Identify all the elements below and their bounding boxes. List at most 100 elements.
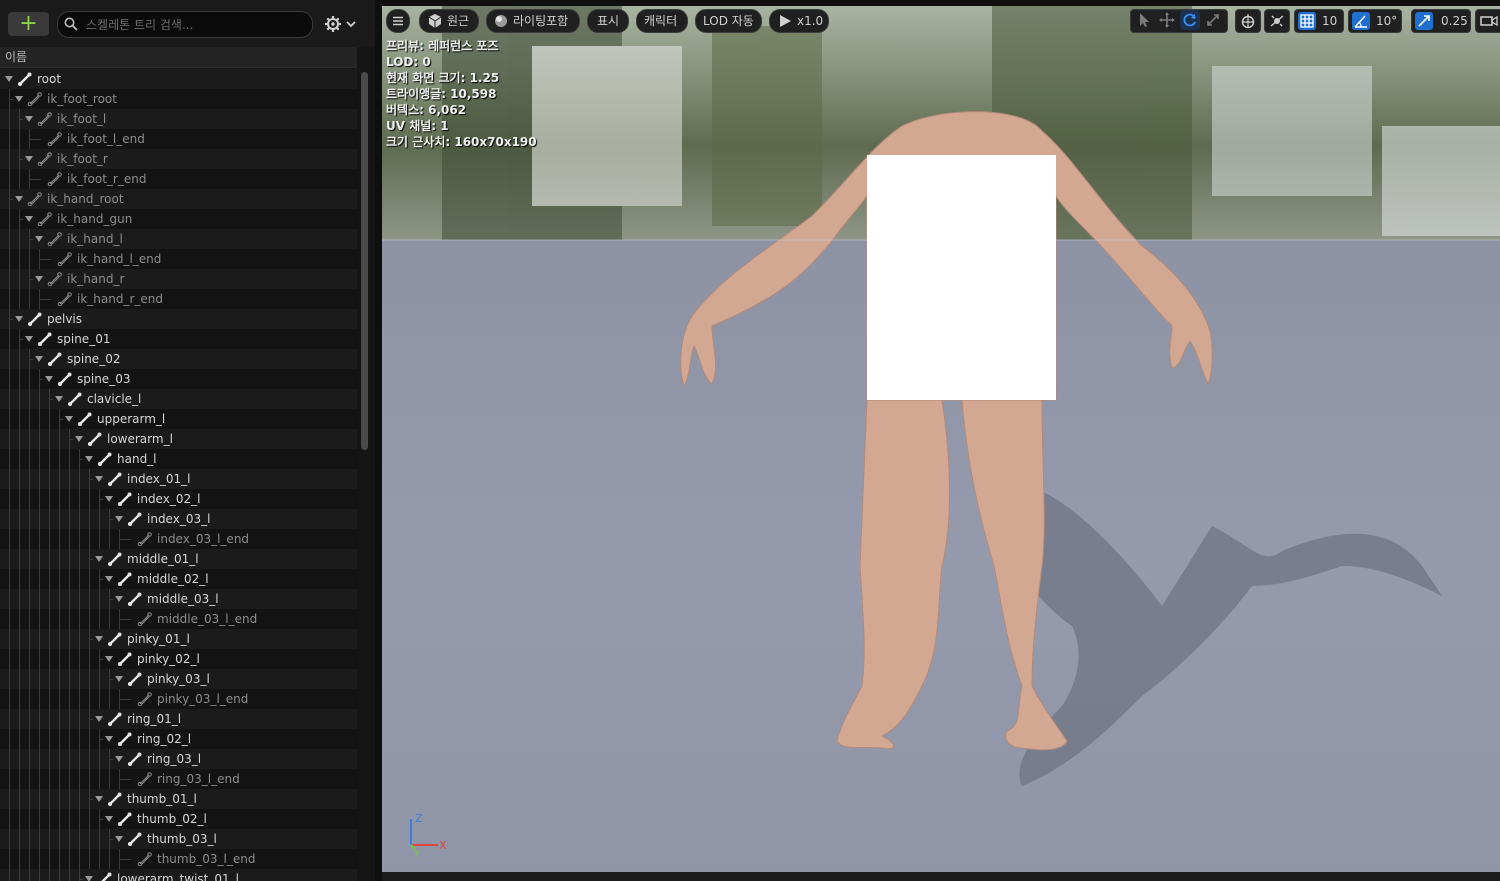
expand-arrow-icon[interactable] bbox=[105, 576, 113, 582]
translate-tool-button[interactable] bbox=[1157, 10, 1177, 30]
bone-row[interactable]: spine_03 bbox=[0, 369, 357, 389]
expand-arrow-icon[interactable] bbox=[95, 636, 103, 642]
expand-arrow-icon[interactable] bbox=[15, 316, 23, 322]
expand-arrow-icon[interactable] bbox=[65, 416, 73, 422]
lod-button[interactable]: LOD 자동 bbox=[695, 9, 762, 33]
bone-row[interactable]: pinky_02_l bbox=[0, 649, 357, 669]
bone-row[interactable]: ring_02_l bbox=[0, 729, 357, 749]
bone-row[interactable]: thumb_02_l bbox=[0, 809, 357, 829]
bone-row[interactable]: pinky_01_l bbox=[0, 629, 357, 649]
bone-row[interactable]: ring_01_l bbox=[0, 709, 357, 729]
expand-arrow-icon[interactable] bbox=[95, 716, 103, 722]
expand-arrow-icon[interactable] bbox=[55, 396, 63, 402]
bone-row[interactable]: ik_hand_r bbox=[0, 269, 357, 289]
viewport-options-button[interactable] bbox=[386, 9, 410, 33]
expand-arrow-icon[interactable] bbox=[115, 756, 123, 762]
tree-guide-line bbox=[59, 569, 60, 589]
expand-arrow-icon[interactable] bbox=[25, 216, 33, 222]
rotate-tool-button[interactable] bbox=[1180, 10, 1200, 30]
bone-row[interactable]: ik_foot_l bbox=[0, 109, 357, 129]
settings-button[interactable] bbox=[322, 14, 360, 34]
perspective-button[interactable]: 원근 bbox=[419, 9, 479, 33]
bone-row[interactable]: ik_foot_r bbox=[0, 149, 357, 169]
bone-row[interactable]: index_02_l bbox=[0, 489, 357, 509]
bone-row[interactable]: thumb_03_l_end bbox=[0, 849, 357, 869]
scale-tool-button[interactable] bbox=[1203, 10, 1223, 30]
grid-snap-button[interactable]: 10 bbox=[1294, 9, 1344, 33]
expand-arrow-icon[interactable] bbox=[115, 596, 123, 602]
bone-row[interactable]: pinky_03_l bbox=[0, 669, 357, 689]
expand-arrow-icon[interactable] bbox=[95, 796, 103, 802]
scale-snap-button[interactable]: 0.25 bbox=[1411, 9, 1471, 33]
expand-arrow-icon[interactable] bbox=[115, 676, 123, 682]
tree-scrollbar-thumb[interactable] bbox=[361, 72, 368, 450]
bone-row[interactable]: index_01_l bbox=[0, 469, 357, 489]
bone-row[interactable]: ik_hand_gun bbox=[0, 209, 357, 229]
bone-row[interactable]: clavicle_l bbox=[0, 389, 357, 409]
expand-arrow-icon[interactable] bbox=[35, 356, 43, 362]
bone-row[interactable]: ik_hand_r_end bbox=[0, 289, 357, 309]
bone-row[interactable]: ik_foot_r_end bbox=[0, 169, 357, 189]
bone-row[interactable]: upperarm_l bbox=[0, 409, 357, 429]
expand-arrow-icon[interactable] bbox=[45, 376, 53, 382]
expand-arrow-icon[interactable] bbox=[95, 556, 103, 562]
coordinate-space-button[interactable] bbox=[1235, 9, 1261, 33]
add-button[interactable]: + bbox=[8, 12, 49, 36]
expand-arrow-icon[interactable] bbox=[95, 476, 103, 482]
bone-row[interactable]: pinky_03_l_end bbox=[0, 689, 357, 709]
character-button[interactable]: 캐릭터 bbox=[636, 9, 688, 33]
lighting-button[interactable]: 라이팅포함 bbox=[486, 9, 580, 33]
expand-arrow-icon[interactable] bbox=[85, 456, 93, 462]
surface-snap-button[interactable] bbox=[1264, 9, 1290, 33]
expand-arrow-icon[interactable] bbox=[105, 656, 113, 662]
expand-arrow-icon[interactable] bbox=[15, 196, 23, 202]
tree-guide-line bbox=[109, 769, 110, 789]
expand-arrow-icon[interactable] bbox=[25, 156, 33, 162]
bone-row[interactable]: root bbox=[0, 69, 357, 89]
bone-row[interactable]: middle_03_l_end bbox=[0, 609, 357, 629]
bone-row[interactable]: thumb_01_l bbox=[0, 789, 357, 809]
play-speed-button[interactable]: x1.0 bbox=[769, 9, 829, 33]
camera-speed-button[interactable] bbox=[1475, 9, 1500, 33]
show-button[interactable]: 표시 bbox=[587, 9, 629, 33]
select-tool-button[interactable] bbox=[1134, 10, 1154, 30]
search-box[interactable] bbox=[57, 11, 313, 38]
bone-row[interactable]: ring_03_l bbox=[0, 749, 357, 769]
bone-row[interactable]: hand_l bbox=[0, 449, 357, 469]
bone-row[interactable]: pelvis bbox=[0, 309, 357, 329]
bone-row[interactable]: spine_01 bbox=[0, 329, 357, 349]
bone-row[interactable]: ik_hand_l_end bbox=[0, 249, 357, 269]
expand-arrow-icon[interactable] bbox=[105, 496, 113, 502]
expand-arrow-icon[interactable] bbox=[35, 276, 43, 282]
bone-row[interactable]: lowerarm_twist_01_l bbox=[0, 869, 357, 881]
expand-arrow-icon[interactable] bbox=[5, 76, 13, 82]
expand-arrow-icon[interactable] bbox=[15, 96, 23, 102]
bone-row[interactable]: ik_hand_root bbox=[0, 189, 357, 209]
bone-row[interactable]: lowerarm_l bbox=[0, 429, 357, 449]
bone-row[interactable]: index_03_l_end bbox=[0, 529, 357, 549]
bone-row[interactable]: middle_03_l bbox=[0, 589, 357, 609]
rotation-snap-button[interactable]: 10° bbox=[1348, 9, 1402, 33]
search-input[interactable] bbox=[84, 14, 308, 36]
expand-arrow-icon[interactable] bbox=[25, 336, 33, 342]
expand-arrow-icon[interactable] bbox=[25, 116, 33, 122]
bone-row[interactable]: ring_03_l_end bbox=[0, 769, 357, 789]
bone-row[interactable]: spine_02 bbox=[0, 349, 357, 369]
bone-row[interactable]: middle_01_l bbox=[0, 549, 357, 569]
expand-arrow-icon[interactable] bbox=[75, 436, 83, 442]
bone-row[interactable]: ik_hand_l bbox=[0, 229, 357, 249]
bone-row[interactable]: ik_foot_l_end bbox=[0, 129, 357, 149]
expand-arrow-icon[interactable] bbox=[115, 836, 123, 842]
viewport[interactable]: 원근 라이팅포함 표시 캐릭터 LOD 자동 x1.0 10 10° 0.25 … bbox=[382, 6, 1500, 881]
expand-arrow-icon[interactable] bbox=[105, 816, 113, 822]
expand-arrow-icon[interactable] bbox=[115, 516, 123, 522]
bone-row[interactable]: thumb_03_l bbox=[0, 829, 357, 849]
expand-arrow-icon[interactable] bbox=[105, 736, 113, 742]
expand-arrow-icon[interactable] bbox=[35, 236, 43, 242]
expand-arrow-icon[interactable] bbox=[85, 876, 93, 881]
bone-row[interactable]: ik_foot_root bbox=[0, 89, 357, 109]
bone-row[interactable]: index_03_l bbox=[0, 509, 357, 529]
column-header-name[interactable]: 이름 bbox=[0, 47, 357, 68]
bone-row[interactable]: middle_02_l bbox=[0, 569, 357, 589]
bone-icon bbox=[27, 92, 42, 106]
